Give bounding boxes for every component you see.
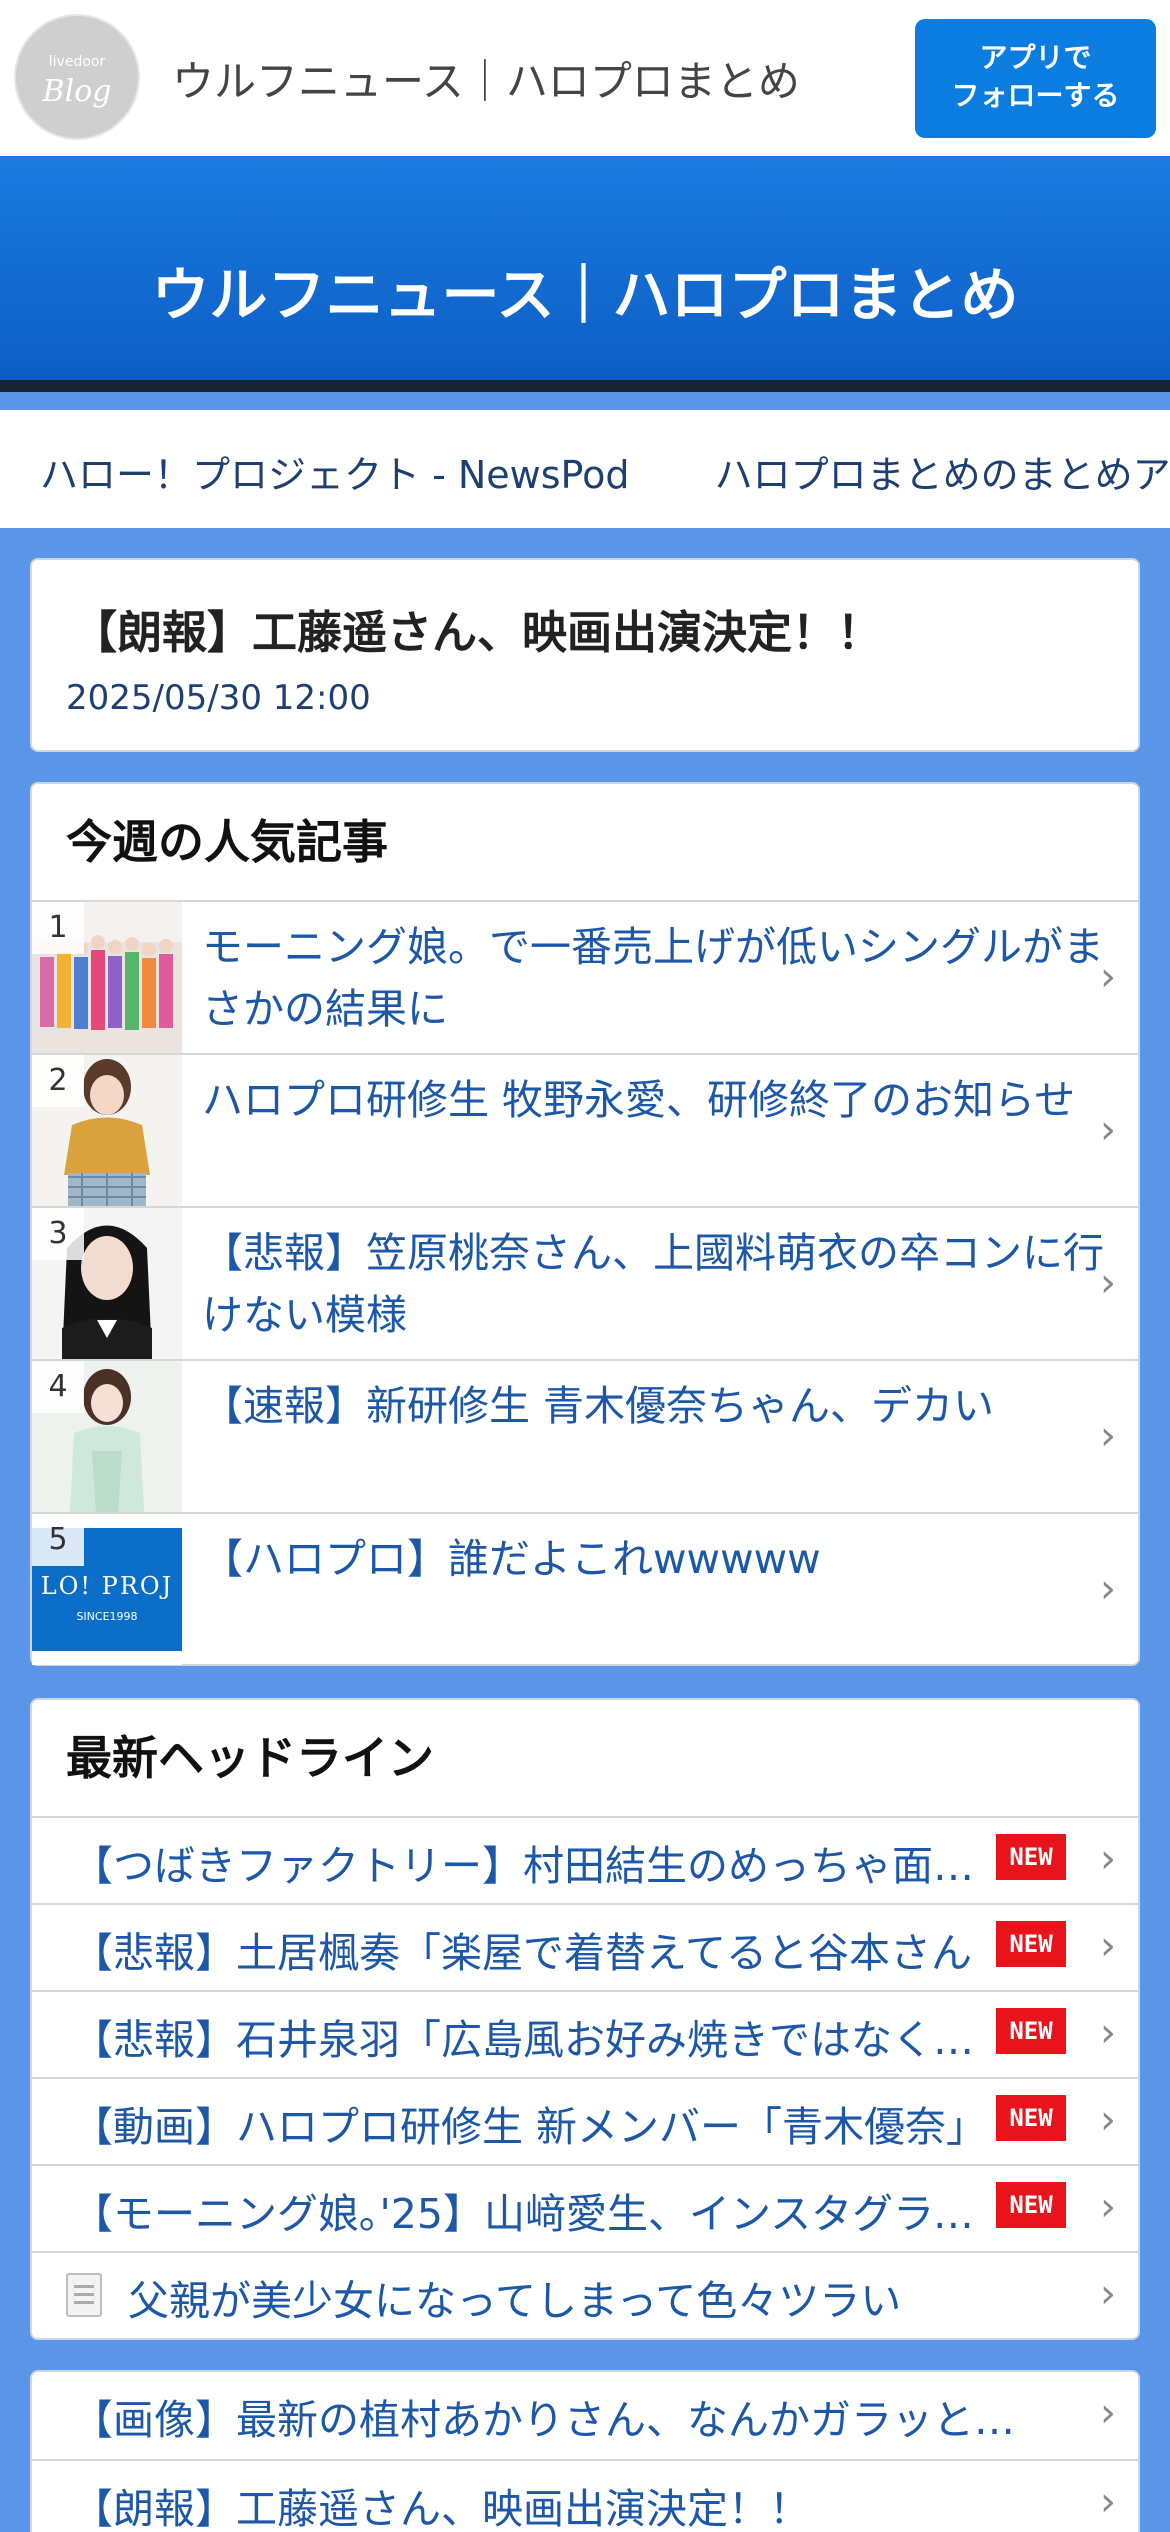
latest-headlines-card: 最新ヘッドライン 【つばきファクトリー】村田結生のめっちゃ面白い NEW › 【… bbox=[30, 1698, 1140, 2340]
chevron-right-icon: › bbox=[1100, 2271, 1116, 2317]
headline-item[interactable]: 【動画】ハロプロ研修生 新メンバー「青木優奈」 NEW › bbox=[32, 2077, 1138, 2164]
follow-in-app-button[interactable]: アプリで フォローする bbox=[915, 19, 1156, 138]
new-badge: NEW bbox=[996, 2095, 1066, 2141]
rank-number: 3 bbox=[32, 1208, 84, 1260]
chevron-right-icon: › bbox=[1100, 1566, 1116, 1612]
ranking-item-title: 【ハロプロ】誰だよこれwwwww bbox=[202, 1535, 821, 1583]
chevron-right-icon: › bbox=[1100, 2184, 1116, 2230]
headline-item[interactable]: 【悲報】石井泉羽「広島風お好み焼きではなく広島 NEW › bbox=[32, 1990, 1138, 2077]
livedoor-blog-logo[interactable]: livedoor Blog bbox=[14, 14, 140, 140]
chevron-right-icon: › bbox=[1100, 2390, 1116, 2436]
article-header-card: 【朗報】工藤遥さん、映画出演決定！！ 2025/05/30 12:00 bbox=[30, 558, 1140, 752]
related-article-item[interactable]: 【朗報】工藤遥さん、映画出演決定！！ › bbox=[32, 2459, 1138, 2532]
rank-number: 1 bbox=[32, 902, 84, 954]
chevron-right-icon: › bbox=[1100, 2010, 1116, 2056]
related-article-title: 【画像】最新の植村あかりさん、なんかガラッと変わった bbox=[72, 2396, 1022, 2444]
article-title[interactable]: 【朗報】工藤遥さん、映画出演決定！！ bbox=[72, 596, 882, 661]
thumbnail-logo-subtext: SINCE1998 bbox=[76, 1610, 137, 1623]
new-badge: NEW bbox=[996, 1921, 1066, 1967]
blog-title: ウルフニュース｜ハロプロまとめ bbox=[151, 261, 1019, 329]
chevron-right-icon: › bbox=[1100, 1260, 1116, 1306]
headline-item[interactable]: 【モーニング娘｡'25】山﨑愛生、インスタグラム更新 NEW › bbox=[32, 2164, 1138, 2251]
logo-big-text: Blog bbox=[42, 74, 112, 109]
logo-small-text: livedoor bbox=[48, 54, 106, 70]
related-article-title: 【朗報】工藤遥さん、映画出演決定！！ bbox=[72, 2485, 810, 2532]
related-articles-card: 【画像】最新の植村あかりさん、なんかガラッと変わった › 【朗報】工藤遥さん、映… bbox=[30, 2370, 1140, 2532]
headline-item[interactable]: 【悲報】土居楓奏「楽屋で着替えてると谷本さん NEW › bbox=[32, 1903, 1138, 1990]
related-link[interactable]: ハロプロまとめのまとめア bbox=[715, 444, 1170, 499]
chevron-right-icon: › bbox=[1100, 2479, 1116, 2525]
section-title: 今週の人気記事 bbox=[66, 815, 388, 869]
related-article-item[interactable]: 【画像】最新の植村あかりさん、なんかガラッと変わった › bbox=[32, 2372, 1138, 2459]
ranking-item[interactable]: 1 モーニング娘。で一番売上げが低いシングルがまさかの結果に › bbox=[32, 900, 1138, 1053]
ranking-item[interactable]: 3 【悲報】笠原桃奈さん、上國料萌衣の卒コンに行けない模様 › bbox=[32, 1206, 1138, 1359]
chevron-right-icon: › bbox=[1100, 1413, 1116, 1459]
chevron-right-icon: › bbox=[1100, 1836, 1116, 1882]
headline-title: 【悲報】石井泉羽「広島風お好み焼きではなく広島 bbox=[72, 2016, 1007, 2064]
headline-item[interactable]: 父親が美少女になってしまって色々ツラい › bbox=[32, 2251, 1138, 2338]
ranking-item-title: モーニング娘。で一番売上げが低いシングルがまさかの結果に bbox=[202, 923, 1104, 1033]
ranking-item-title: 【速報】新研修生 青木優奈ちゃん、デカい bbox=[202, 1382, 995, 1430]
rank-number: 5 bbox=[32, 1514, 84, 1566]
blog-header-banner[interactable]: ウルフニュース｜ハロプロまとめ bbox=[0, 156, 1170, 392]
headline-title: 【モーニング娘｡'25】山﨑愛生、インスタグラム更新 bbox=[72, 2190, 1007, 2238]
chevron-right-icon: › bbox=[1100, 2097, 1116, 2143]
related-links-strip: ハロー！プロジェクト - NewsPod ハロプロまとめのまとめア bbox=[0, 410, 1170, 528]
top-bar: livedoor Blog ウルフニュース｜ハロプロまとめ アプリで フォローす… bbox=[0, 0, 1170, 156]
popular-articles-card: 今週の人気記事 1 モーニング娘。で一番売上げが低いシングルがまさかの結果に ›… bbox=[30, 782, 1140, 1666]
ranking-item-title: ハロプロ研修生 牧野永愛、研修終了のお知らせ bbox=[202, 1076, 1076, 1124]
chevron-right-icon: › bbox=[1100, 1107, 1116, 1153]
rank-number: 4 bbox=[32, 1361, 84, 1413]
headline-item[interactable]: 【つばきファクトリー】村田結生のめっちゃ面白い NEW › bbox=[32, 1816, 1138, 1903]
new-badge: NEW bbox=[996, 2182, 1066, 2228]
chevron-right-icon: › bbox=[1100, 954, 1116, 1000]
thumbnail-logo-text: LO! PROJ bbox=[41, 1572, 173, 1600]
rank-number: 2 bbox=[32, 1055, 84, 1107]
article-date: 2025/05/30 12:00 bbox=[66, 678, 371, 718]
follow-line1: アプリで bbox=[979, 41, 1092, 74]
related-link[interactable]: ハロー！プロジェクト - NewsPod bbox=[40, 444, 629, 499]
headline-title: 【悲報】土居楓奏「楽屋で着替えてると谷本さん bbox=[72, 1929, 972, 1977]
chevron-right-icon: › bbox=[1100, 1923, 1116, 1969]
follow-line2: フォローする bbox=[951, 79, 1120, 112]
new-badge: NEW bbox=[996, 2008, 1066, 2054]
ranking-item[interactable]: 2 ハロプロ研修生 牧野永愛、研修終了のお知らせ › bbox=[32, 1053, 1138, 1206]
headline-title: 【動画】ハロプロ研修生 新メンバー「青木優奈」 bbox=[72, 2103, 988, 2151]
new-badge: NEW bbox=[996, 1834, 1066, 1880]
headline-title: 父親が美少女になってしまって色々ツラい bbox=[128, 2277, 902, 2325]
ranking-item-title: 【悲報】笠原桃奈さん、上國料萌衣の卒コンに行けない模様 bbox=[202, 1229, 1104, 1339]
site-name[interactable]: ウルフニュース｜ハロプロまとめ bbox=[172, 48, 800, 109]
document-icon bbox=[66, 2273, 102, 2317]
headline-title: 【つばきファクトリー】村田結生のめっちゃ面白い bbox=[72, 1842, 1007, 1890]
ranking-item[interactable]: LO! PROJ SINCE1998 5 【ハロプロ】誰だよこれwwwww › bbox=[32, 1512, 1138, 1665]
ranking-item[interactable]: 4 【速報】新研修生 青木優奈ちゃん、デカい › bbox=[32, 1359, 1138, 1512]
section-title: 最新ヘッドライン bbox=[66, 1731, 434, 1785]
